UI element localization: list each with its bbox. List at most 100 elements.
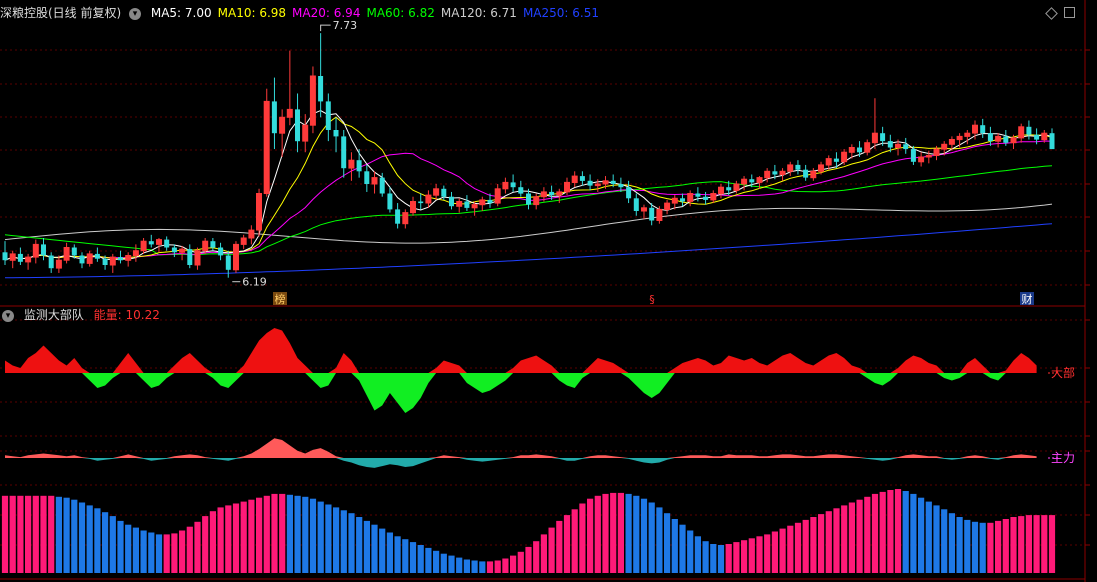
energy-bar xyxy=(102,512,109,573)
candle-body-fill xyxy=(687,193,693,202)
energy-bar xyxy=(194,521,201,573)
candle-body-fill xyxy=(179,249,185,253)
candle-body xyxy=(17,253,23,262)
candle-body xyxy=(387,193,393,210)
energy-bar xyxy=(948,513,955,573)
candle-body-fill xyxy=(533,196,539,205)
candle-body xyxy=(833,158,839,162)
chevron-down-icon[interactable]: ▾ xyxy=(2,309,14,322)
energy-bar xyxy=(309,498,317,573)
energy-bar xyxy=(86,505,93,573)
energy-bar xyxy=(625,493,632,573)
energy-bar xyxy=(894,489,902,573)
candle-body xyxy=(148,241,154,245)
candle-body-fill xyxy=(1041,133,1047,140)
candle-body-fill xyxy=(33,244,39,258)
candle-body-fill xyxy=(264,101,270,194)
energy-bar xyxy=(879,491,886,573)
energy-bar xyxy=(633,495,640,573)
energy-bar xyxy=(125,524,132,573)
candle-body xyxy=(980,125,986,134)
energy-bar xyxy=(402,539,409,573)
candle-body-fill xyxy=(56,260,62,269)
energy-bar xyxy=(802,519,809,573)
candle-body-fill xyxy=(918,157,924,162)
energy-bar xyxy=(733,542,740,573)
energy-bar xyxy=(202,516,209,573)
candle-body-fill xyxy=(934,149,939,156)
energy-bar xyxy=(371,524,378,573)
candle-body xyxy=(318,76,324,102)
candle-body xyxy=(587,180,593,186)
candle-body xyxy=(356,160,362,172)
marker-bang: 榜 xyxy=(275,292,286,306)
energy-bar xyxy=(756,536,763,573)
energy-bar xyxy=(256,497,263,573)
energy-bar xyxy=(995,520,1002,573)
energy-bar xyxy=(117,520,124,573)
candle-body-fill xyxy=(564,182,570,192)
energy-bar xyxy=(933,505,940,573)
energy-bar xyxy=(602,493,609,573)
candle-body-fill xyxy=(656,209,662,221)
candle-body xyxy=(171,247,177,253)
energy-bar xyxy=(1048,515,1056,573)
energy-label: 能量: 10.22 xyxy=(93,308,160,322)
energy-bar xyxy=(687,530,694,573)
energy-bar xyxy=(556,520,563,573)
dabudui-label: 大部 xyxy=(1051,365,1075,380)
candle-body-fill xyxy=(202,241,208,251)
candle-body xyxy=(795,164,801,170)
energy-bar xyxy=(971,521,979,573)
energy-bar xyxy=(540,534,547,573)
candle-body-fill xyxy=(425,195,431,203)
energy-bar xyxy=(425,547,432,573)
energy-bar xyxy=(902,491,909,573)
candle-body xyxy=(880,133,886,142)
candle-body xyxy=(510,182,516,188)
main-chart-header: 深粮控股(日线 前复权) ▾ MA5: 7.00 MA10: 6.98 MA20: … xyxy=(0,4,605,22)
energy-bar xyxy=(440,553,447,573)
candle-body xyxy=(579,176,585,181)
candle-body xyxy=(1049,133,1055,150)
candle-body-fill xyxy=(372,177,377,184)
candle-body xyxy=(94,253,100,259)
energy-bar xyxy=(856,499,863,573)
energy-bar xyxy=(240,501,247,573)
candle-body-fill xyxy=(826,158,832,165)
candle-body-fill xyxy=(841,152,847,162)
energy-bar xyxy=(571,509,578,573)
ma250-line xyxy=(5,223,1053,279)
candle-body xyxy=(857,147,862,153)
candle-body-fill xyxy=(957,136,963,140)
ma-legend: MA5: 7.00 MA10: 6.98 MA20: 6.94 MA60: 6.82 M… xyxy=(151,6,605,20)
energy-bar xyxy=(248,499,255,573)
candle-body-fill xyxy=(433,188,439,196)
candle-body xyxy=(695,193,701,197)
high-marker xyxy=(320,24,331,32)
candle-body xyxy=(118,257,123,261)
indicator-title: 监测大部队 xyxy=(23,308,84,322)
candle-body xyxy=(464,201,470,208)
energy-bar xyxy=(525,546,532,573)
candle-body xyxy=(41,244,46,256)
candle-body xyxy=(549,191,555,196)
energy-bar xyxy=(1,495,9,573)
candle-body-fill xyxy=(64,247,70,261)
energy-bar xyxy=(871,493,879,573)
candle-body-fill xyxy=(595,184,601,186)
maximize-icon[interactable] xyxy=(1064,7,1075,18)
energy-bar xyxy=(9,495,16,573)
candle-body-fill xyxy=(672,198,678,204)
energy-bar xyxy=(563,515,571,573)
chevron-down-icon[interactable]: ▾ xyxy=(129,7,142,20)
energy-bar xyxy=(148,532,155,573)
candle-body-fill xyxy=(156,239,162,245)
energy-bar xyxy=(71,499,78,573)
energy-bar xyxy=(825,511,832,573)
energy-bar xyxy=(579,503,586,573)
energy-bar xyxy=(764,534,771,573)
energy-bar xyxy=(63,497,70,573)
candle-body xyxy=(703,196,709,200)
candle-body-fill xyxy=(895,144,901,148)
